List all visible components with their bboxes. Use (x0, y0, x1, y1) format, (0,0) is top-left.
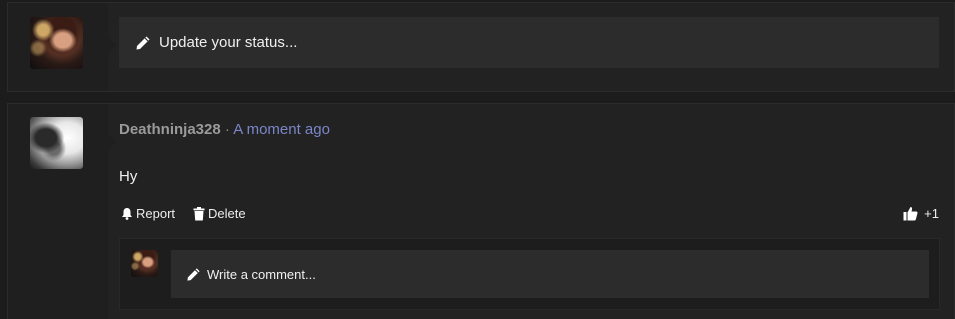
post-header: Deathninja328 · A moment ago (119, 121, 330, 138)
pencil-icon (186, 267, 201, 282)
thumbs-up-icon (903, 206, 918, 221)
current-user-avatar[interactable] (30, 17, 83, 69)
delete-button[interactable]: Delete (193, 206, 246, 221)
bell-icon (121, 207, 133, 220)
author-avatar[interactable] (30, 117, 83, 169)
commenter-avatar[interactable] (131, 250, 158, 277)
post-timestamp[interactable]: A moment ago (233, 121, 330, 138)
pencil-icon (135, 35, 151, 51)
gutter-notch (108, 37, 116, 53)
gutter-notch (108, 134, 116, 150)
trash-icon (193, 206, 205, 221)
post-body: Hy (119, 168, 138, 185)
status-placeholder: Update your status... (159, 34, 298, 51)
comment-area: Write a comment... (119, 238, 940, 310)
report-button[interactable]: Report (121, 206, 175, 221)
like-button[interactable]: +1 (903, 206, 939, 221)
report-label: Report (136, 206, 176, 221)
author-name[interactable]: Deathninja328 (119, 121, 221, 138)
delete-label: Delete (208, 206, 246, 221)
post-actions: Report Delete (121, 206, 246, 221)
comment-input[interactable]: Write a comment... (171, 250, 929, 298)
comment-placeholder: Write a comment... (207, 266, 316, 282)
header-separator: · (224, 121, 230, 138)
status-input[interactable]: Update your status... (119, 17, 939, 68)
like-count: +1 (924, 206, 939, 221)
